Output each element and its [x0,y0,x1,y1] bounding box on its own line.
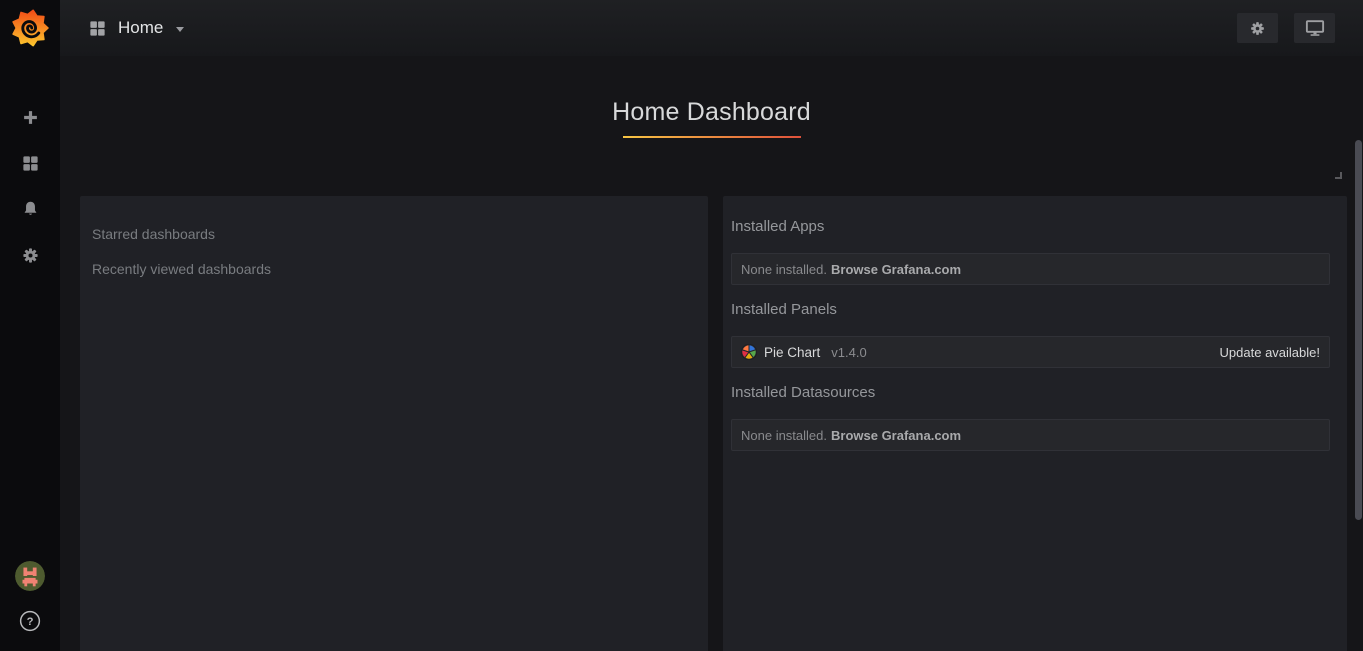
sidebar-item-configuration[interactable] [0,232,60,278]
dashboard-settings-button[interactable] [1237,13,1278,43]
page-title: Home Dashboard [60,56,1363,127]
starred-dashboards-label[interactable]: Starred dashboards [92,226,696,242]
grafana-logo-icon [11,9,49,47]
sidebar-bottom: ? [0,561,60,635]
sidebar-item-help[interactable]: ? [0,607,60,635]
datasources-browse-grafana-link[interactable]: Browse Grafana.com [831,428,961,443]
datasources-empty-text: None installed. [741,428,827,443]
title-underline [623,136,801,138]
sidebar: ? [0,0,60,651]
svg-text:?: ? [27,616,34,628]
panel-resize-handle[interactable] [1335,172,1342,179]
recently-viewed-dashboards-label[interactable]: Recently viewed dashboards [92,261,696,277]
dashboards-grid-icon [21,154,40,173]
pie-chart-icon [741,344,757,360]
installed-apps-heading: Installed Apps [731,218,1330,235]
plugin-update-link[interactable]: Update available! [1220,345,1320,360]
plugin-list-panel: Installed Apps None installed. Browse Gr… [723,196,1347,651]
installed-panels-heading: Installed Panels [731,301,1330,318]
sidebar-menu [0,94,60,278]
installed-datasources-empty-box: None installed. Browse Grafana.com [731,419,1330,451]
scrollbar-thumb[interactable] [1355,140,1362,520]
home-dashboard-header-panel: Home Dashboard [60,56,1363,196]
sidebar-item-alerting[interactable] [0,186,60,232]
plugin-version: v1.4.0 [831,345,866,360]
current-dashboard-label: Home [118,18,163,38]
sidebar-item-dashboards[interactable] [0,140,60,186]
apps-empty-text: None installed. [741,262,827,277]
cycle-view-mode-button[interactable] [1294,13,1335,43]
dashboards-grid-icon [88,19,107,38]
dashboard-list-panel: Starred dashboards Recently viewed dashb… [80,196,708,651]
dashboard-canvas: Home Dashboard Starred dashboards Recent… [60,56,1363,651]
avatar[interactable] [15,561,45,591]
panels-row: Starred dashboards Recently viewed dashb… [80,196,1347,651]
grafana-logo[interactable] [0,0,60,56]
navbar-actions [1237,13,1335,43]
plus-icon [22,109,39,126]
navbar: Home [60,0,1363,56]
plugin-name[interactable]: Pie Chart [764,345,820,360]
installed-datasources-heading: Installed Datasources [731,384,1330,401]
sidebar-item-create[interactable] [0,94,60,140]
plugin-row-pie-chart[interactable]: Pie Chart v1.4.0 Update available! [731,336,1330,368]
chevron-down-icon [176,27,184,32]
gear-icon [21,246,40,265]
gear-icon [1249,20,1266,37]
installed-apps-empty-box: None installed. Browse Grafana.com [731,253,1330,285]
avatar-image [15,561,45,591]
help-icon: ? [18,609,42,633]
monitor-icon [1305,19,1325,37]
dashboard-picker[interactable]: Home [88,18,184,38]
apps-browse-grafana-link[interactable]: Browse Grafana.com [831,262,961,277]
bell-icon [21,200,40,219]
